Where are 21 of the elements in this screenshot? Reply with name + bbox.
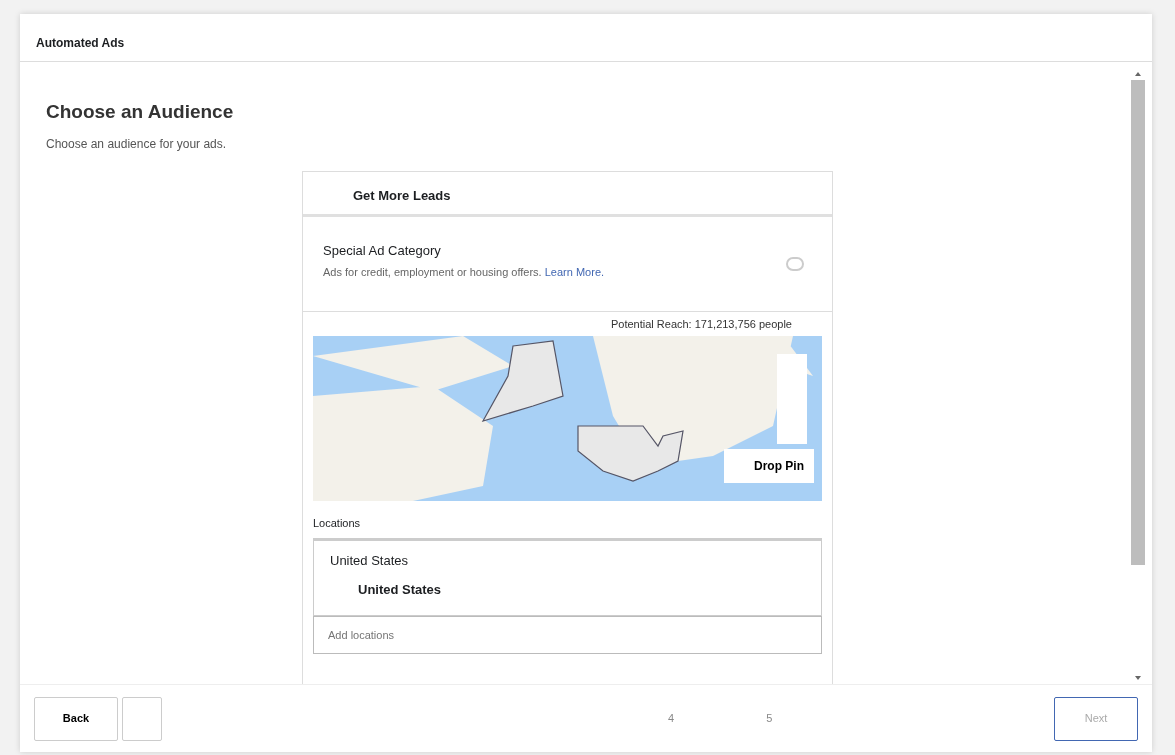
dialog-title: Automated Ads xyxy=(20,14,1152,62)
learn-more-link[interactable]: Learn More. xyxy=(544,266,605,278)
zoom-controls[interactable] xyxy=(777,354,807,444)
potential-reach: Potential Reach: 171,213,756 people xyxy=(609,316,793,332)
special-category-title: Special Ad Category xyxy=(323,241,442,260)
back-button[interactable]: Back xyxy=(34,696,118,741)
drop-pin-button[interactable]: Drop Pin xyxy=(724,449,814,483)
blank-button[interactable] xyxy=(122,696,162,741)
location-item[interactable]: United States xyxy=(330,550,805,570)
scroll-up-icon[interactable] xyxy=(1135,72,1141,76)
locations-label: Locations xyxy=(312,516,362,531)
page-number[interactable]: 5 xyxy=(760,709,779,728)
toggle-switch[interactable] xyxy=(786,256,804,271)
add-locations-field[interactable]: Add locations xyxy=(313,615,822,654)
special-category-description: Ads for credit, employment or housing offers. Learn More. xyxy=(323,265,605,280)
page-heading: Choose an Audience xyxy=(46,100,235,124)
page-subtitle: Choose an audience for your ads. xyxy=(46,135,228,153)
location-subitem[interactable]: United States xyxy=(330,570,805,600)
goal-title: Get More Leads xyxy=(303,171,832,217)
scroll-down-icon[interactable] xyxy=(1135,676,1141,680)
page-number[interactable]: 4 xyxy=(662,709,681,728)
